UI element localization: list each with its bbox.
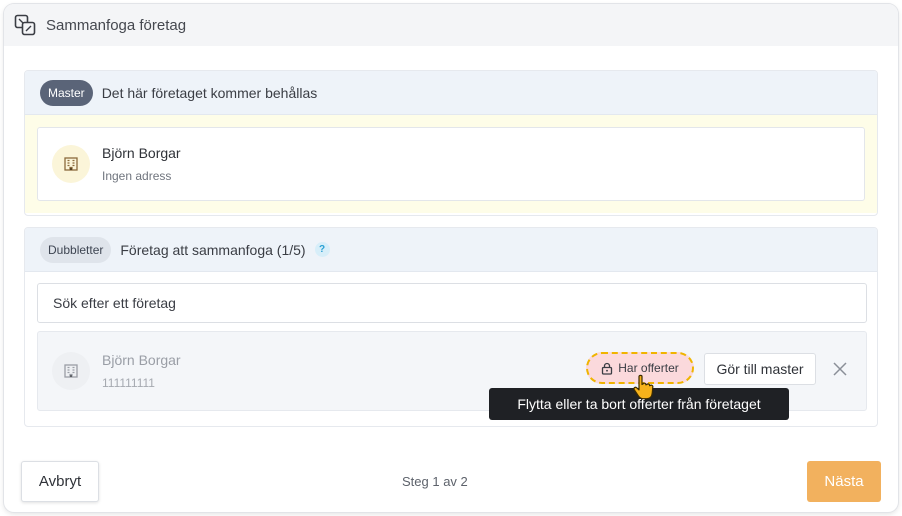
master-badge: Master [40,79,93,106]
company-org-number: 111111111 [102,376,155,390]
duplicates-section-header: Dubbletter Företag att sammanfoga (1/5) … [25,228,877,272]
building-icon [52,352,90,390]
next-button[interactable]: Nästa [807,461,881,502]
master-section: Master Det här företaget kommer behållas… [24,70,878,216]
dialog-header: Sammanfoga företag [4,4,898,46]
building-icon [52,145,90,183]
master-section-header: Master Det här företaget kommer behållas [25,71,877,115]
master-company-card: Björn Borgar Ingen adress [37,127,865,201]
company-name: Björn Borgar [102,352,181,368]
has-offers-label: Har offerter [618,361,679,375]
company-name: Björn Borgar [102,145,181,161]
cancel-button[interactable]: Avbryt [21,461,99,502]
duplicates-badge: Dubbletter [40,236,112,263]
merge-icon [14,14,36,36]
hand-pointer-icon [632,374,654,407]
help-icon[interactable]: ? [314,242,330,257]
lock-icon [601,362,613,375]
merge-companies-dialog: Sammanfoga företag Master Det här företa… [4,4,898,512]
company-address: Ingen adress [102,169,172,183]
make-master-button[interactable]: Gör till master [704,353,816,385]
company-search-input[interactable]: Sök efter ett företag [37,283,867,323]
duplicate-company-info: Björn Borgar 111111111 [102,352,181,390]
duplicates-section-title: Företag att sammanfoga (1/5) [120,241,306,258]
master-section-title: Det här företaget kommer behållas [101,84,318,101]
dialog-title: Sammanfoga företag [46,16,187,34]
master-section-body: Björn Borgar Ingen adress [25,115,877,213]
close-icon[interactable] [832,361,848,377]
step-indicator: Steg 1 av 2 [402,474,468,489]
master-company-info: Björn Borgar Ingen adress [102,145,181,183]
